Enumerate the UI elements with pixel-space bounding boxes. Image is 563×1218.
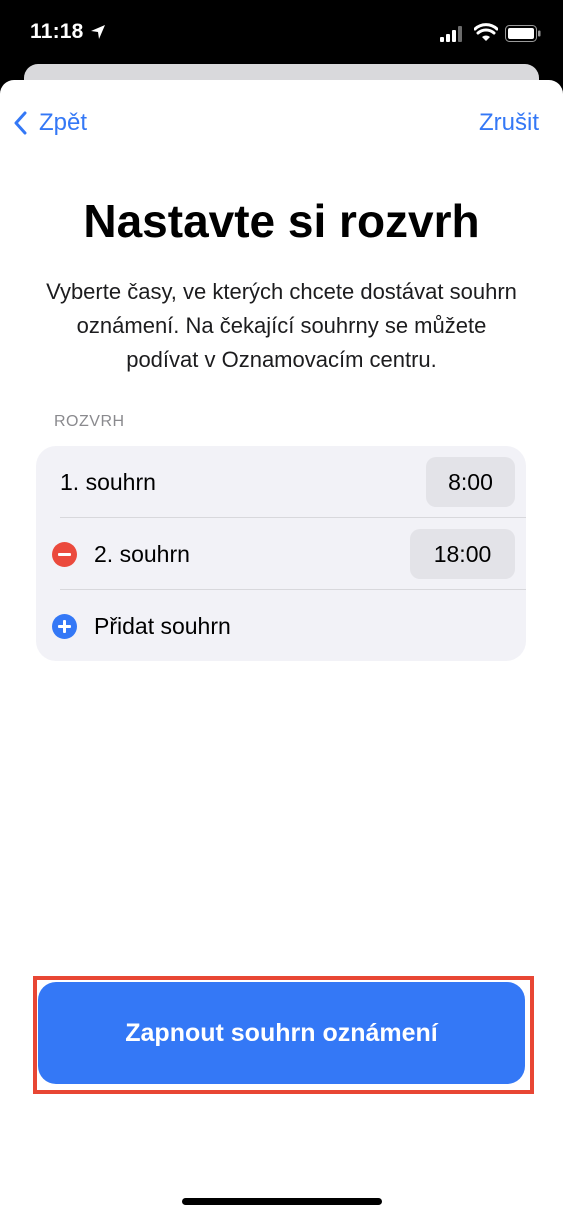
page-title: Nastavte si rozvrh xyxy=(83,195,480,247)
schedule-section-header: ROZVRH xyxy=(54,413,125,430)
summary-time-picker-2[interactable]: 18:00 xyxy=(410,529,515,579)
cancel-button[interactable]: Zrušit xyxy=(479,109,539,137)
add-summary-label: Přidat souhrn xyxy=(94,613,231,639)
wifi-icon xyxy=(473,23,499,48)
summary-row-2: 2. souhrn 18:00 xyxy=(36,518,526,590)
battery-icon xyxy=(505,25,541,47)
chevron-left-icon xyxy=(14,111,27,135)
summary-time-picker-1[interactable]: 8:00 xyxy=(426,457,515,507)
home-indicator[interactable] xyxy=(182,1198,382,1205)
back-button[interactable]: Zpět xyxy=(14,109,87,137)
status-time: 11:18 xyxy=(30,20,84,43)
description-text: Vyberte časy, ve kterých chcete dostávat… xyxy=(46,279,517,372)
enable-summary-button[interactable]: Zapnout souhrn oznámení xyxy=(38,982,525,1084)
cellular-signal-icon xyxy=(440,26,464,47)
location-arrow-icon xyxy=(90,24,106,45)
summary-row-1: 1. souhrn 8:00 xyxy=(36,446,526,518)
add-circle-icon[interactable] xyxy=(52,614,77,639)
schedule-card: 1. souhrn 8:00 2. souhrn 18:00 Přidat so… xyxy=(36,446,526,661)
back-label: Zpět xyxy=(39,109,88,136)
add-summary-row[interactable]: Přidat souhrn xyxy=(36,590,526,661)
status-bar: 11:18 xyxy=(0,0,563,70)
summary-label-2: 2. souhrn xyxy=(94,541,190,567)
remove-circle-icon[interactable] xyxy=(52,542,77,567)
summary-label-1: 1. souhrn xyxy=(60,469,156,495)
